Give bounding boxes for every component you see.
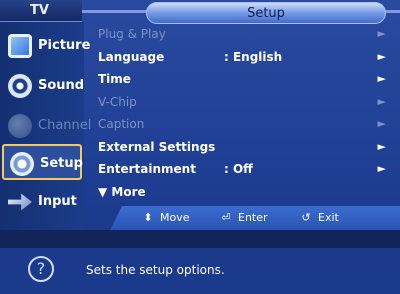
- menu-row-label: External Settings: [98, 139, 216, 154]
- chevron-right-icon: ►: [377, 27, 386, 40]
- menu-row-caption[interactable]: Caption ►: [92, 114, 392, 137]
- menu-row-more[interactable]: ▼ More: [92, 182, 392, 205]
- move-hint-label: Move: [160, 211, 190, 224]
- chevron-right-icon: ►: [377, 117, 386, 130]
- bottom-divider: [0, 230, 400, 248]
- exit-hint: ↺ Exit: [300, 211, 339, 224]
- menu-row-value: : Off: [224, 162, 253, 176]
- exit-hint-label: Exit: [318, 211, 339, 224]
- chevron-right-icon: ►: [377, 162, 386, 175]
- chevron-right-icon: ►: [377, 94, 386, 108]
- tv-label: TV: [30, 3, 49, 18]
- move-hint: ⬍ Move: [142, 211, 190, 224]
- menu-title-bar: Setup: [146, 2, 386, 24]
- sidebar-item-sound[interactable]: Sound: [2, 68, 85, 104]
- menu-row-label: ▼ More: [98, 184, 146, 199]
- sidebar-item-label: Channel: [38, 118, 92, 133]
- menu-row-label: Entertainment: [98, 162, 196, 176]
- chevron-right-icon: ►: [377, 49, 386, 63]
- enter-icon: ⏎: [221, 211, 231, 224]
- sidebar-item-label: Picture: [38, 38, 91, 53]
- setup-menu-list: Plug & Play ► Language : English ► Time …: [92, 24, 392, 204]
- sound-icon: [8, 74, 32, 98]
- menu-row-label: Time: [98, 72, 131, 86]
- navigation-help-bar: ⬍ Move ⏎ Enter ↺ Exit: [110, 206, 400, 230]
- enter-hint: ⏎ Enter: [220, 211, 268, 224]
- menu-row-time[interactable]: Time ►: [92, 69, 392, 92]
- enter-hint-label: Enter: [238, 211, 268, 224]
- menu-row-label: Plug & Play: [98, 27, 166, 41]
- menu-row-external-settings[interactable]: External Settings ►: [92, 137, 392, 160]
- chevron-right-icon: ►: [377, 72, 386, 85]
- menu-row-entertainment[interactable]: Entertainment : Off ►: [92, 159, 392, 182]
- info-description: Sets the setup options.: [86, 263, 225, 277]
- sidebar-item-label: Sound: [38, 78, 85, 93]
- menu-row-label: Language: [98, 49, 165, 64]
- return-icon: ↺: [301, 211, 311, 224]
- tv-menu-screen: TV Setup Picture Sound Channel Setup Inp…: [0, 0, 400, 294]
- input-icon: [8, 193, 32, 211]
- updown-arrows-icon: ⬍: [143, 211, 153, 224]
- menu-row-plug-and-play[interactable]: Plug & Play ►: [92, 24, 392, 47]
- sidebar-item-picture[interactable]: Picture: [2, 28, 90, 64]
- menu-row-language[interactable]: Language : English ►: [92, 47, 392, 70]
- help-icon: ?: [28, 256, 54, 282]
- menu-row-label: V-Chip: [98, 94, 137, 109]
- menu-row-v-chip[interactable]: V-Chip ►: [92, 92, 392, 115]
- sidebar-item-channel[interactable]: Channel: [2, 108, 91, 144]
- menu-title: Setup: [247, 6, 285, 21]
- picture-icon: [8, 34, 32, 58]
- menu-row-label: Caption: [98, 117, 145, 131]
- menu-row-value: : English: [224, 49, 283, 64]
- sidebar-item-label: Input: [38, 194, 77, 209]
- chevron-right-icon: ►: [377, 139, 386, 153]
- sidebar-item-input[interactable]: Input: [2, 184, 82, 220]
- tv-tab: TV: [0, 0, 82, 22]
- sidebar-item-setup[interactable]: Setup: [2, 144, 83, 180]
- category-sidebar: Picture Sound Channel Setup Input: [0, 22, 91, 230]
- channel-icon: [8, 114, 32, 138]
- sidebar-item-label: Setup: [40, 156, 83, 171]
- setup-icon: [10, 152, 34, 176]
